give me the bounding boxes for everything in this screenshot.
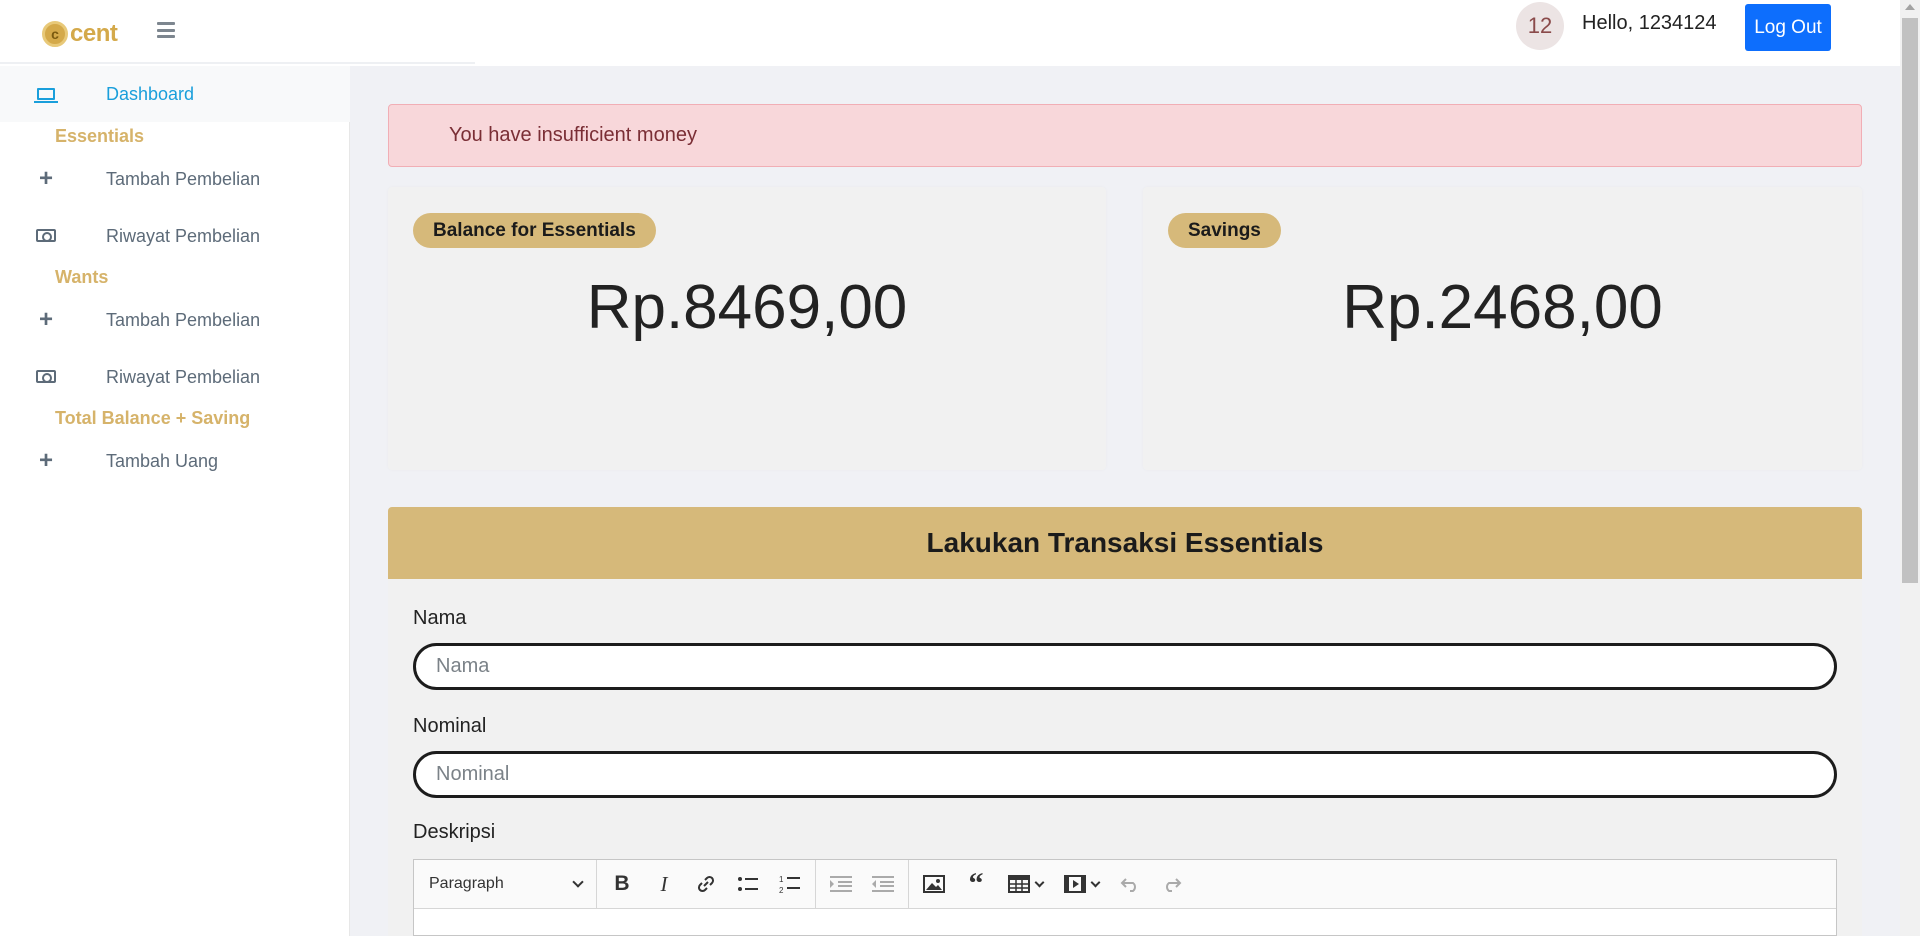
deskripsi-label: Deskripsi [413, 821, 496, 843]
bulleted-list-icon[interactable] [727, 864, 769, 904]
block-quote-icon[interactable]: “ [955, 864, 997, 904]
alert-message: You have insufficient money [449, 124, 697, 146]
decrease-indent-icon[interactable] [862, 864, 904, 904]
sidebar-item-essentials-riwayat-pembelian[interactable]: Riwayat Pembelian [0, 208, 350, 264]
plus-icon: + [38, 305, 53, 333]
sidebar-item-tambah-uang[interactable]: + Tambah Uang [0, 433, 350, 489]
sidebar-item-wants-tambah-pembelian[interactable]: + Tambah Pembelian [0, 292, 350, 348]
sidebar-item-label: Tambah Pembelian [106, 309, 261, 330]
savings-card: Savings Rp.2468,00 [1143, 187, 1862, 470]
app-logo[interactable]: c cent [42, 20, 118, 48]
text-format-group: B I 12 [597, 860, 816, 908]
form-title: Lakukan Transaksi Essentials [388, 507, 1862, 579]
block-format-dropdown[interactable]: Paragraph [414, 860, 597, 908]
sidebar-item-label: Dashboard [106, 83, 195, 104]
plus-icon: + [38, 446, 53, 474]
insert-image-icon[interactable] [913, 864, 955, 904]
balance-essentials-card: Balance for Essentials Rp.8469,00 [388, 187, 1106, 470]
editor-toolbar: Paragraph B I 12 “ [414, 860, 1836, 909]
chevron-down-icon [1034, 877, 1044, 887]
sidebar-item-label: Riwayat Pembelian [106, 366, 261, 387]
nama-input[interactable] [413, 643, 1837, 690]
insufficient-money-alert: You have insufficient money [388, 104, 1862, 167]
deskripsi-rich-text-editor[interactable]: Paragraph B I 12 “ [413, 859, 1837, 936]
svg-text:1: 1 [779, 875, 784, 884]
sidebar: Dashboard Essentials + Tambah Pembelian … [0, 66, 350, 936]
scrollbar-thumb[interactable] [1902, 18, 1918, 583]
sidebar-item-label: Riwayat Pembelian [106, 225, 261, 246]
header-divider [0, 62, 475, 64]
block-format-value: Paragraph [429, 875, 504, 892]
card-badge: Balance for Essentials [413, 213, 656, 248]
logout-button[interactable]: Log Out [1745, 4, 1831, 51]
sidebar-item-essentials-tambah-pembelian[interactable]: + Tambah Pembelian [0, 151, 350, 207]
nominal-input[interactable] [413, 751, 1837, 798]
card-badge: Savings [1168, 213, 1281, 248]
money-bill-icon [36, 366, 56, 389]
svg-text:2: 2 [779, 886, 784, 894]
user-greeting: Hello, 1234124 [1582, 12, 1717, 34]
nominal-label: Nominal [413, 715, 487, 737]
undo-icon[interactable] [1109, 864, 1151, 904]
increase-indent-icon[interactable] [820, 864, 862, 904]
sidebar-section-wants: Wants [55, 267, 109, 287]
bold-icon[interactable]: B [601, 864, 643, 904]
money-bill-icon [36, 225, 56, 248]
redo-icon[interactable] [1151, 864, 1193, 904]
top-header: c cent 12 Hello, 1234124 Log Out [0, 0, 1900, 66]
chevron-down-icon [572, 876, 584, 888]
link-icon[interactable] [685, 864, 727, 904]
editor-content-area[interactable] [414, 909, 1836, 936]
balance-amount: Rp.8469,00 [586, 273, 908, 342]
logo-coin-icon: c [42, 21, 68, 47]
nama-label: Nama [413, 607, 467, 629]
notification-avatar[interactable]: 12 [1516, 2, 1564, 50]
scroll-up-arrow-icon[interactable] [1905, 4, 1915, 10]
transaction-form: Lakukan Transaksi Essentials Nama Nomina… [388, 507, 1862, 936]
sidebar-section-total: Total Balance + Saving [55, 408, 251, 428]
numbered-list-icon[interactable]: 12 [769, 864, 811, 904]
insert-group: “ [909, 860, 1197, 908]
sidebar-item-wants-riwayat-pembelian[interactable]: Riwayat Pembelian [0, 349, 350, 405]
indent-group [816, 860, 909, 908]
sidebar-section-essentials: Essentials [55, 126, 145, 146]
sidebar-item-label: Tambah Pembelian [106, 168, 261, 189]
chevron-down-icon [1090, 877, 1100, 887]
page-scrollbar[interactable] [1900, 0, 1920, 936]
savings-amount: Rp.2468,00 [1342, 273, 1663, 342]
plus-icon: + [38, 164, 53, 192]
insert-table-icon[interactable] [997, 864, 1053, 904]
logo-text: cent [70, 20, 118, 47]
laptop-icon [34, 83, 58, 106]
sidebar-item-label: Tambah Uang [106, 450, 219, 471]
insert-media-icon[interactable] [1053, 864, 1109, 904]
hamburger-menu-icon[interactable] [157, 22, 175, 38]
italic-icon[interactable]: I [643, 864, 685, 904]
sidebar-item-dashboard[interactable]: Dashboard [0, 66, 350, 122]
